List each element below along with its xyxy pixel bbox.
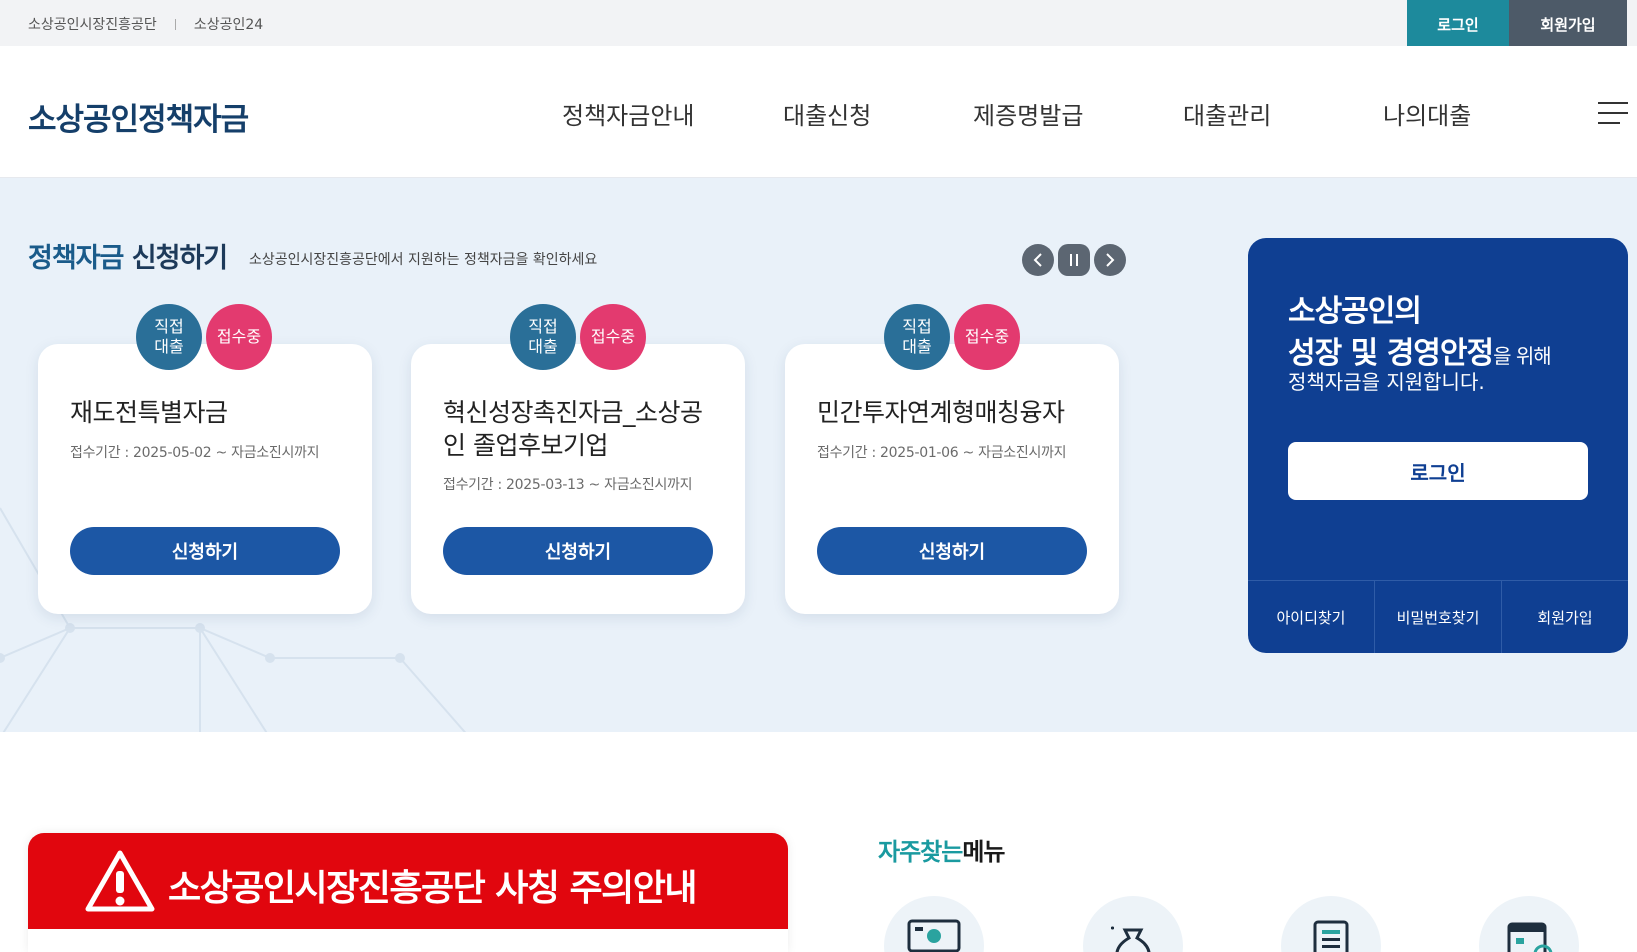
panel-login-button[interactable]: 로그인 (1288, 442, 1588, 500)
impersonation-notice[interactable]: 소상공인시장진흥공단 사칭 주의안내 (28, 833, 788, 952)
nav-item-loan-management[interactable]: 대출관리 (1183, 96, 1271, 131)
hero-subtitle: 소상공인시장진흥공단에서 지원하는 정책자금을 확인하세요 (249, 252, 598, 268)
top-utility-bar: 소상공인시장진흥공단 소상공인24 로그인 회원가입 (0, 0, 1637, 48)
signup-link[interactable]: 회원가입 (1502, 581, 1628, 653)
nav-item-my-loan[interactable]: 나의대출 (1383, 96, 1471, 131)
divider (174, 18, 176, 30)
badge-direct-loan: 직접 대출 (510, 304, 576, 370)
calendar-icon[interactable] (1479, 896, 1579, 952)
find-id-link[interactable]: 아이디찾기 (1248, 581, 1375, 653)
login-panel: 소상공인의 성장 및 경영안정을 위해 정책자금을 지원합니다. 로그인 아이디… (1248, 238, 1628, 653)
hero-title-rest: 신청하기 (123, 243, 228, 274)
fund-card: 재도전특별자금 접수기간 : 2025-05-02 ~ 자금소진시까지 신청하기 (38, 344, 372, 614)
frequent-menu-title: 자주찾는메뉴 (878, 838, 1006, 866)
notice-header: 소상공인시장진흥공단 사칭 주의안내 (28, 833, 788, 929)
hero-title: 정책자금 신청하기 (28, 236, 228, 275)
link-sbiz24[interactable]: 소상공인24 (194, 14, 263, 34)
notice-title: 소상공인시장진흥공단 사칭 주의안내 (168, 868, 698, 909)
pause-icon[interactable] (1058, 244, 1090, 276)
fund-card: 혁신성장촉진자금_소상공인 졸업후보기업 접수기간 : 2025-03-13 ~… (411, 344, 745, 614)
login-panel-links: 아이디찾기 비밀번호찾기 회원가입 (1248, 580, 1628, 653)
fund-card: 민간투자연계형매칭융자 접수기간 : 2025-01-06 ~ 자금소진시까지 … (785, 344, 1119, 614)
fund-card-title: 재도전특별자금 (70, 398, 228, 427)
site-logo[interactable]: 소상공인정책자금 (28, 94, 249, 139)
fund-card-title: 혁신성장촉진자금_소상공인 졸업후보기업 (443, 398, 703, 460)
apply-button[interactable]: 신청하기 (443, 527, 713, 575)
document-icon[interactable] (1281, 896, 1381, 952)
fund-card-period: 접수기간 : 2025-01-06 ~ 자금소진시까지 (817, 445, 1067, 461)
find-password-link[interactable]: 비밀번호찾기 (1375, 581, 1502, 653)
warning-icon (85, 850, 155, 912)
login-panel-heading-1: 소상공인의 (1288, 294, 1422, 329)
menu-icon[interactable] (1598, 102, 1628, 124)
top-login-button[interactable]: 로그인 (1407, 0, 1509, 48)
apply-button[interactable]: 신청하기 (70, 527, 340, 575)
nav-item-loan-application[interactable]: 대출신청 (783, 96, 871, 131)
hero-title-accent: 정책자금 (28, 243, 124, 274)
fund-card-period: 접수기간 : 2025-03-13 ~ 자금소진시까지 (443, 477, 693, 493)
badge-open-status: 접수중 (580, 304, 646, 370)
badge-direct-loan: 직접 대출 (884, 304, 950, 370)
login-panel-heading-3: 정책자금을 지원합니다. (1288, 370, 1485, 394)
top-join-button[interactable]: 회원가입 (1509, 0, 1627, 48)
apply-button[interactable]: 신청하기 (817, 527, 1087, 575)
nav-item-certificates[interactable]: 제증명발급 (973, 96, 1083, 131)
link-semas[interactable]: 소상공인시장진흥공단 (28, 14, 157, 34)
badge-open-status: 접수중 (206, 304, 272, 370)
nav-item-policy-fund-guide[interactable]: 정책자금안내 (562, 96, 694, 131)
prev-icon[interactable] (1022, 244, 1054, 276)
fund-card-period: 접수기간 : 2025-05-02 ~ 자금소진시까지 (70, 445, 320, 461)
badge-direct-loan: 직접 대출 (136, 304, 202, 370)
money-icon[interactable] (884, 896, 984, 952)
badge-open-status: 접수중 (954, 304, 1020, 370)
next-icon[interactable] (1094, 244, 1126, 276)
fund-card-title: 민간투자연계형매칭융자 (817, 398, 1065, 427)
money-bag-icon[interactable] (1083, 896, 1183, 952)
family-links: 소상공인시장진흥공단 소상공인24 (28, 14, 263, 34)
site-header: 소상공인정책자금 정책자금안내 대출신청 제증명발급 대출관리 나의대출 (0, 46, 1637, 178)
